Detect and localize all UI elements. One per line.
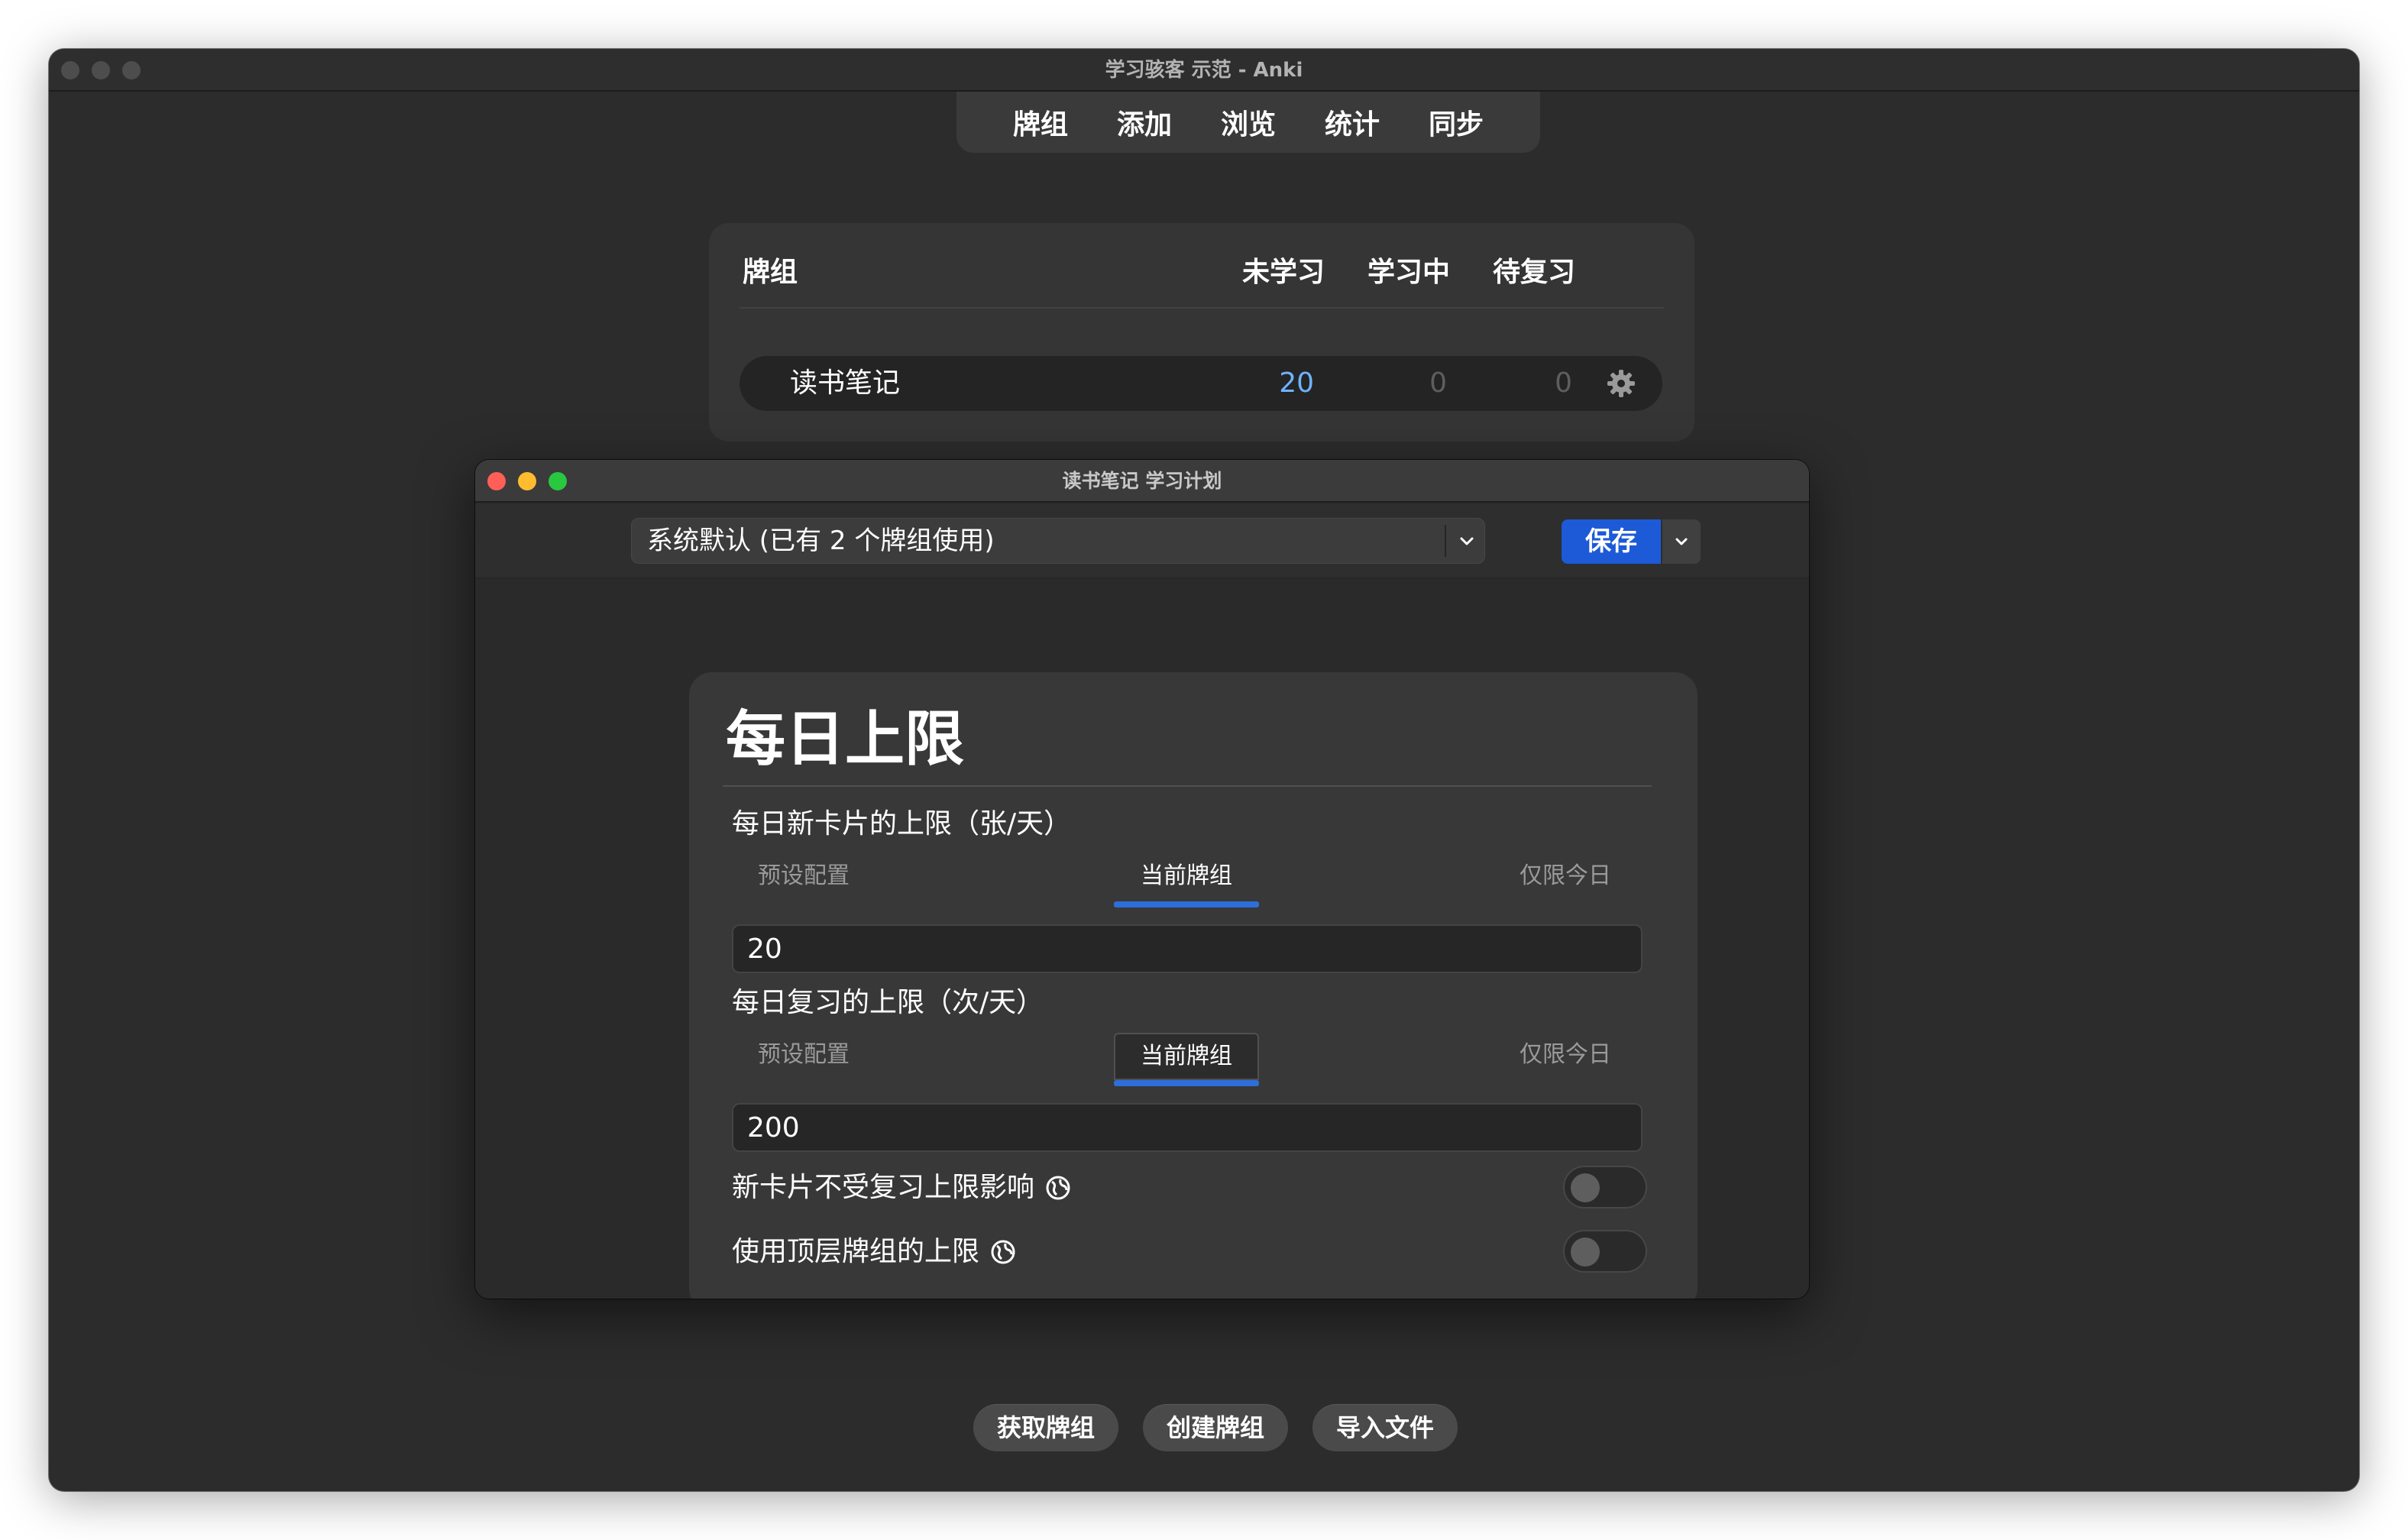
- deck-name[interactable]: 读书笔记: [790, 356, 900, 411]
- apply-parent-limits-toggle[interactable]: [1563, 1230, 1647, 1273]
- review-column-header: 待复习: [1493, 257, 1576, 288]
- deck-list-panel: 牌组 未学习 学习中 待复习 读书笔记 20 0 0: [709, 223, 1694, 442]
- tab-preset[interactable]: 预设配置: [756, 1038, 851, 1072]
- new-cards-limit-label: 每日新卡片的上限（张/天）: [732, 808, 1072, 840]
- preset-select-divider: [1445, 525, 1446, 557]
- toggle-row-label: 使用顶层牌组的上限: [732, 1233, 1016, 1271]
- learning-column-header: 学习中: [1367, 257, 1451, 288]
- titlebar: 学习骇客 示范 - Anki: [49, 49, 2359, 92]
- deck-new-count: 20: [1279, 367, 1314, 399]
- new-cards-limit-input[interactable]: [732, 924, 1643, 973]
- options-window-title: 读书笔记 学习计划: [1062, 470, 1222, 492]
- deck-header-divider: [740, 307, 1664, 309]
- review-limit-input[interactable]: [732, 1103, 1643, 1152]
- deck-options-window: 读书笔记 学习计划 系统默认 (已有 2 个牌组使用) 保存 每日上限 每日新卡…: [475, 460, 1809, 1299]
- review-limit-label: 每日复习的上限（次/天）: [732, 987, 1044, 1018]
- tab-today-only[interactable]: 仅限今日: [1517, 859, 1613, 893]
- save-button[interactable]: 保存: [1562, 519, 1661, 564]
- toolbar-stats[interactable]: 统计: [1317, 98, 1387, 147]
- save-options-dropdown[interactable]: [1662, 519, 1701, 564]
- deck-row[interactable]: 读书笔记 20 0 0: [740, 356, 1662, 411]
- preset-select[interactable]: 系统默认 (已有 2 个牌组使用): [631, 518, 1485, 564]
- options-toolbar: 系统默认 (已有 2 个牌组使用) 保存: [475, 504, 1809, 579]
- window-title: 学习骇客 示范 - Anki: [1105, 59, 1303, 82]
- toolbar-sync[interactable]: 同步: [1421, 98, 1491, 147]
- options-titlebar: 读书笔记 学习计划: [475, 460, 1809, 503]
- globe-icon[interactable]: [990, 1238, 1016, 1264]
- deck-column-header: 牌组: [743, 257, 798, 288]
- toggle-knob: [1571, 1173, 1600, 1202]
- new-ignore-review-limit-toggle[interactable]: [1563, 1166, 1647, 1208]
- deck-review-count: 0: [1555, 367, 1572, 399]
- main-toolbar: 牌组 添加 浏览 统计 同步: [956, 92, 1540, 153]
- section-title-divider: [723, 785, 1652, 787]
- toolbar-decks[interactable]: 牌组: [1005, 98, 1076, 147]
- active-tab-indicator: [1114, 901, 1259, 907]
- new-ignore-review-limit-label: 新卡片不受复习上限影响: [732, 1172, 1035, 1203]
- tab-this-deck[interactable]: 当前牌组: [1114, 859, 1259, 893]
- daily-limits-card: 每日上限 每日新卡片的上限（张/天） 预设配置 当前牌组 仅限今日 每日复习的上…: [689, 672, 1698, 1299]
- chevron-down-icon: [1675, 538, 1688, 545]
- new-column-header: 未学习: [1242, 257, 1325, 288]
- get-shared-decks-button[interactable]: 获取牌组: [973, 1404, 1118, 1451]
- create-deck-button[interactable]: 创建牌组: [1143, 1404, 1288, 1451]
- globe-icon[interactable]: [1045, 1173, 1071, 1200]
- deck-learning-count: 0: [1429, 367, 1447, 399]
- toolbar-add[interactable]: 添加: [1109, 98, 1180, 147]
- deck-options-gear-icon[interactable]: [1606, 368, 1636, 399]
- tab-this-deck[interactable]: 当前牌组: [1114, 1033, 1259, 1080]
- tab-preset[interactable]: 预设配置: [756, 859, 851, 893]
- import-file-button[interactable]: 导入文件: [1312, 1404, 1458, 1451]
- active-tab-indicator: [1114, 1080, 1259, 1086]
- toggle-knob: [1571, 1238, 1600, 1267]
- toggle-row-label: 新卡片不受复习上限影响: [732, 1169, 1071, 1207]
- apply-parent-limits-label: 使用顶层牌组的上限: [732, 1236, 980, 1267]
- chevron-down-icon[interactable]: [1457, 531, 1477, 551]
- section-title: 每日上限: [726, 705, 965, 774]
- preset-select-value: 系统默认 (已有 2 个牌组使用): [647, 526, 995, 556]
- toolbar-browse[interactable]: 浏览: [1213, 98, 1283, 147]
- tab-today-only[interactable]: 仅限今日: [1517, 1038, 1613, 1072]
